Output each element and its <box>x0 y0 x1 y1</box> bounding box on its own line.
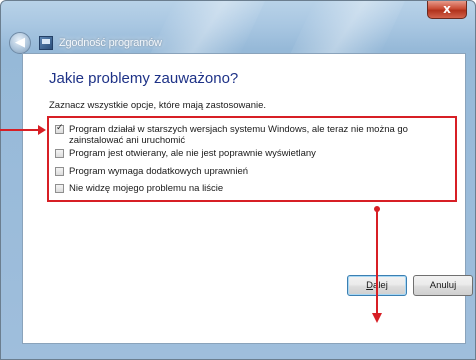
program-compatibility-icon <box>39 36 53 50</box>
option-item[interactable]: Nie widzę mojego problemu na liście <box>55 183 459 194</box>
checkbox[interactable] <box>55 167 64 176</box>
cancel-button[interactable]: Anuluj <box>413 275 473 296</box>
dialog-content: Jakie problemy zauważono? Zaznacz wszyst… <box>22 53 466 344</box>
next-button-label: alej <box>373 280 388 291</box>
options-group: Program działał w starszych wersjach sys… <box>47 116 457 202</box>
option-label: Program działał w starszych wersjach sys… <box>69 124 408 146</box>
next-button-accesskey: D <box>366 280 374 291</box>
window-title: Zgodność programów <box>59 37 162 49</box>
close-button[interactable]: x <box>427 1 467 19</box>
option-label: Program wymaga dodatkowych uprawnień <box>69 166 249 177</box>
page-heading: Jakie problemy zauważono? <box>49 70 239 87</box>
option-item[interactable]: Program działał w starszych wersjach sys… <box>55 123 459 146</box>
title-bar: ◀ Zgodność programów <box>9 31 369 55</box>
back-arrow-icon: ◀ <box>15 35 25 50</box>
option-label: Program jest otwierany, ale nie jest pop… <box>69 148 316 159</box>
option-item[interactable]: Program wymaga dodatkowych uprawnień <box>55 166 459 177</box>
checkbox-checked[interactable] <box>55 123 64 134</box>
checkbox[interactable] <box>55 149 64 158</box>
option-label: Nie widzę mojego problemu na liście <box>69 183 224 194</box>
checkbox[interactable] <box>55 184 64 193</box>
instruction-text: Zaznacz wszystkie opcje, które mają zast… <box>49 100 267 111</box>
next-button[interactable]: Dalej <box>347 275 407 296</box>
back-button[interactable]: ◀ <box>9 32 31 54</box>
option-item[interactable]: Program jest otwierany, ale nie jest pop… <box>55 148 459 159</box>
dialog-window: x ◀ Zgodność programów Jakie problemy za… <box>0 0 476 360</box>
